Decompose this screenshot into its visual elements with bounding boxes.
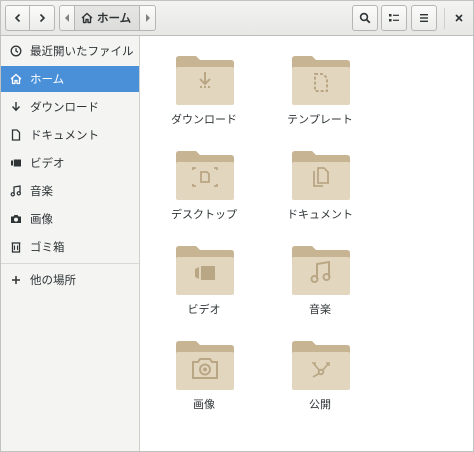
folder-item-music[interactable]: 音楽: [265, 229, 375, 321]
folder-item-desktop[interactable]: デスクトップ: [149, 134, 259, 226]
folder-item-downloads[interactable]: ダウンロード: [149, 39, 259, 131]
sidebar-item-label: 他の場所: [30, 273, 76, 287]
folder-music-icon: [292, 246, 350, 295]
home-icon: [81, 12, 93, 24]
sidebar-item-music[interactable]: 音楽: [1, 178, 139, 204]
sidebar-item-label: 最近開いたファイル: [30, 44, 134, 58]
sidebar-item-downloads[interactable]: ダウンロード: [1, 94, 139, 120]
sidebar-item-label: ホーム: [30, 72, 65, 86]
music-icon: [10, 185, 22, 197]
folder-item-documents[interactable]: ドキュメント: [265, 134, 375, 226]
folder-documents-icon: [292, 151, 350, 200]
close-button[interactable]: [449, 7, 469, 29]
sidebar: 最近開いたファイル ホーム ダウンロード ドキュメント ビデオ 音楽 画像 ゴミ…: [1, 36, 140, 451]
folder-label: ドキュメント: [287, 208, 353, 221]
breadcrumb-label: ホーム: [97, 11, 132, 25]
view-toggle-button[interactable]: [381, 5, 407, 31]
folder-label: デスクトップ: [171, 208, 237, 221]
video-icon: [10, 157, 22, 169]
file-manager-window: ホーム 最近開いたファイル ホーム ダウンロード ドキュメント ビデオ 音楽 画…: [0, 0, 474, 452]
sidebar-item-videos[interactable]: ビデオ: [1, 150, 139, 176]
sidebar-item-pictures[interactable]: 画像: [1, 206, 139, 232]
path-bar: ホーム: [59, 5, 157, 31]
folder-label: 音楽: [309, 303, 331, 316]
document-icon: [10, 129, 22, 141]
menu-icon: [420, 14, 428, 22]
folder-templates-icon: [292, 56, 350, 105]
camera-icon: [10, 213, 22, 225]
chevron-right-icon: [145, 14, 150, 22]
folder-downloads-icon: [176, 56, 234, 105]
breadcrumb-home[interactable]: ホーム: [75, 5, 141, 31]
folder-desktop-icon: [176, 151, 234, 200]
header-separator: [444, 8, 445, 29]
home-icon: [10, 73, 22, 85]
view-list-icon: [389, 14, 399, 22]
sidebar-item-other-locations[interactable]: 他の場所: [1, 267, 139, 293]
folder-label: ビデオ: [187, 303, 221, 316]
folder-pictures-icon: [176, 341, 234, 390]
plus-icon: [10, 274, 22, 286]
sidebar-item-trash[interactable]: ゴミ箱: [1, 234, 139, 260]
path-scroll-right-button[interactable]: [140, 5, 157, 31]
folder-label: ダウンロード: [171, 113, 237, 126]
chevron-left-icon: [65, 14, 69, 22]
back-button[interactable]: [5, 5, 30, 31]
path-scroll-left-button[interactable]: [59, 5, 75, 31]
trash-icon: [10, 241, 22, 253]
folder-item-public[interactable]: 公開: [265, 324, 375, 416]
folder-view: ダウンロード テンプレート デスクトップ ドキュメント ビデオ 音楽 画像 公開: [140, 36, 473, 451]
forward-icon: [39, 13, 46, 23]
folder-label: 画像: [193, 398, 215, 411]
download-icon: [10, 101, 22, 113]
clock-icon: [10, 45, 22, 57]
sidebar-item-label: ビデオ: [30, 156, 65, 170]
nav-button-group: [5, 5, 55, 31]
folder-label: 公開: [309, 398, 331, 411]
search-icon: [359, 12, 371, 24]
folder-public-icon: [292, 341, 350, 390]
folder-videos-icon: [176, 246, 234, 295]
search-button[interactable]: [352, 5, 378, 31]
sidebar-item-home[interactable]: ホーム: [1, 66, 139, 92]
folder-item-pictures[interactable]: 画像: [149, 324, 259, 416]
forward-button[interactable]: [30, 5, 55, 31]
sidebar-separator: [1, 263, 139, 264]
sidebar-item-label: 画像: [30, 212, 53, 226]
sidebar-item-recent[interactable]: 最近開いたファイル: [1, 38, 139, 64]
sidebar-item-label: ゴミ箱: [30, 240, 65, 254]
close-icon: [455, 14, 463, 22]
menu-button[interactable]: [411, 5, 437, 31]
folder-item-videos[interactable]: ビデオ: [149, 229, 259, 321]
sidebar-item-label: ドキュメント: [30, 128, 99, 142]
back-icon: [14, 13, 20, 23]
folder-item-templates[interactable]: テンプレート: [265, 39, 375, 131]
sidebar-item-documents[interactable]: ドキュメント: [1, 122, 139, 148]
sidebar-item-label: 音楽: [30, 184, 53, 198]
folder-label: テンプレート: [287, 113, 353, 126]
sidebar-item-label: ダウンロード: [30, 100, 99, 114]
header-bar: ホーム: [1, 1, 473, 36]
